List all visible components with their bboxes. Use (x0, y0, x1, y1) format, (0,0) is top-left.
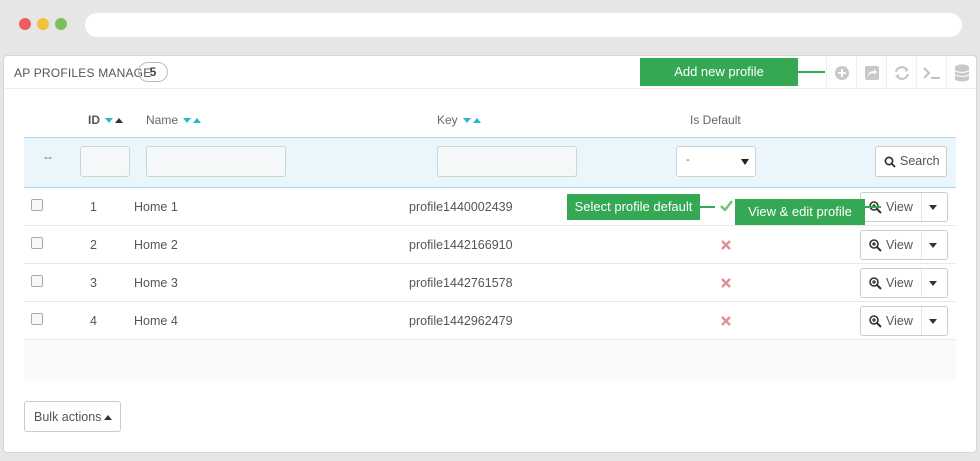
row-key: profile1442962479 (409, 314, 513, 328)
row-name: Home 3 (134, 276, 178, 290)
view-label: View (886, 200, 913, 214)
refresh-button[interactable] (886, 56, 916, 89)
select-caret-icon (741, 159, 749, 165)
row-name: Home 1 (134, 200, 178, 214)
panel-title: AP PROFILES MANAGE (14, 66, 152, 80)
search-label: Search (900, 154, 940, 168)
zoom-in-icon (869, 277, 882, 290)
zoom-in-icon (869, 239, 882, 252)
view-edit-callout: View & edit profile (735, 199, 865, 225)
callout-connector (700, 206, 715, 208)
add-new-profile-button[interactable] (826, 56, 856, 89)
row-checkbox[interactable] (31, 275, 43, 287)
add-circle-icon (834, 65, 849, 80)
bulk-actions-label: Bulk actions (34, 410, 102, 424)
filter-id-input[interactable] (80, 146, 130, 177)
column-header-is-default: Is Default (690, 113, 741, 127)
dropdown-toggle-icon[interactable] (929, 205, 937, 210)
terminal-icon (922, 66, 940, 79)
callout-connector (798, 71, 825, 73)
cross-icon[interactable] (721, 316, 731, 326)
row-checkbox[interactable] (31, 237, 43, 249)
filter-dash: -- (44, 150, 52, 164)
sort-asc-active-icon[interactable] (115, 118, 124, 124)
view-label: View (886, 238, 913, 252)
database-button[interactable] (946, 56, 976, 89)
table-header: ID Name Key Is Default (24, 104, 956, 138)
row-name: Home 4 (134, 314, 178, 328)
filter-select-value: - (686, 154, 690, 166)
divider (921, 269, 922, 297)
callout-connector (865, 206, 881, 208)
table-row: 4 Home 4 profile1442962479 View (24, 302, 956, 340)
row-key: profile1440002439 (409, 200, 513, 214)
row-id: 1 (90, 200, 97, 214)
caret-up-icon (104, 415, 113, 421)
row-name: Home 2 (134, 238, 178, 252)
export-button[interactable] (856, 56, 886, 89)
sql-query-button[interactable] (916, 56, 946, 89)
dropdown-toggle-icon[interactable] (929, 243, 937, 248)
row-id: 2 (90, 238, 97, 252)
sort-asc-icon[interactable] (193, 118, 202, 124)
sort-asc-icon[interactable] (473, 118, 482, 124)
refresh-icon (894, 65, 909, 80)
profile-count-badge: 5 (138, 62, 168, 82)
row-key: profile1442166910 (409, 238, 513, 252)
check-icon[interactable] (720, 200, 733, 211)
cross-icon[interactable] (721, 278, 731, 288)
dropdown-toggle-icon[interactable] (929, 319, 937, 324)
filter-row: -- - Search (24, 138, 956, 188)
view-button[interactable]: View (860, 268, 948, 298)
row-key: profile1442761578 (409, 276, 513, 290)
divider (921, 231, 922, 259)
column-header-key-label: Key (437, 113, 458, 127)
table-row: 3 Home 3 profile1442761578 View (24, 264, 956, 302)
column-header-name-label: Name (146, 113, 179, 127)
divider (921, 307, 922, 335)
column-header-key[interactable]: Key (437, 113, 482, 127)
row-id: 4 (90, 314, 97, 328)
panel-heading: AP PROFILES MANAGE 5 (4, 56, 976, 89)
select-default-callout: Select profile default (567, 194, 700, 220)
minimize-window-dot[interactable] (37, 18, 49, 30)
divider (921, 193, 922, 221)
add-new-profile-callout: Add new profile (640, 58, 798, 86)
filter-key-input[interactable] (437, 146, 577, 177)
view-button[interactable]: View (860, 306, 948, 336)
close-window-dot[interactable] (19, 18, 31, 30)
view-label: View (886, 314, 913, 328)
cross-icon[interactable] (721, 240, 731, 250)
zoom-in-icon (869, 315, 882, 328)
column-header-name[interactable]: Name (146, 113, 202, 127)
export-icon (864, 65, 879, 80)
row-checkbox[interactable] (31, 313, 43, 325)
sort-desc-icon[interactable] (183, 118, 192, 124)
sort-desc-icon[interactable] (463, 118, 472, 124)
table-row: 2 Home 2 profile1442166910 View (24, 226, 956, 264)
search-icon (884, 156, 896, 168)
database-icon (954, 64, 969, 81)
row-id: 3 (90, 276, 97, 290)
profiles-table: ID Name Key Is Default -- - Search 1 Hom… (24, 104, 956, 381)
column-header-id[interactable]: ID (88, 113, 124, 127)
maximize-window-dot[interactable] (55, 18, 67, 30)
view-label: View (886, 276, 913, 290)
filter-is-default-select[interactable]: - (676, 146, 756, 177)
filter-name-input[interactable] (146, 146, 286, 177)
column-header-id-label: ID (88, 113, 100, 127)
row-checkbox[interactable] (31, 199, 43, 211)
address-bar[interactable] (85, 13, 962, 37)
dropdown-toggle-icon[interactable] (929, 281, 937, 286)
view-button[interactable]: View (860, 230, 948, 260)
bulk-actions-button[interactable]: Bulk actions (24, 401, 121, 432)
profiles-panel: AP PROFILES MANAGE 5 ID Name Key Is Defa… (3, 55, 977, 453)
search-button[interactable]: Search (875, 146, 947, 177)
sort-desc-icon[interactable] (105, 118, 114, 124)
